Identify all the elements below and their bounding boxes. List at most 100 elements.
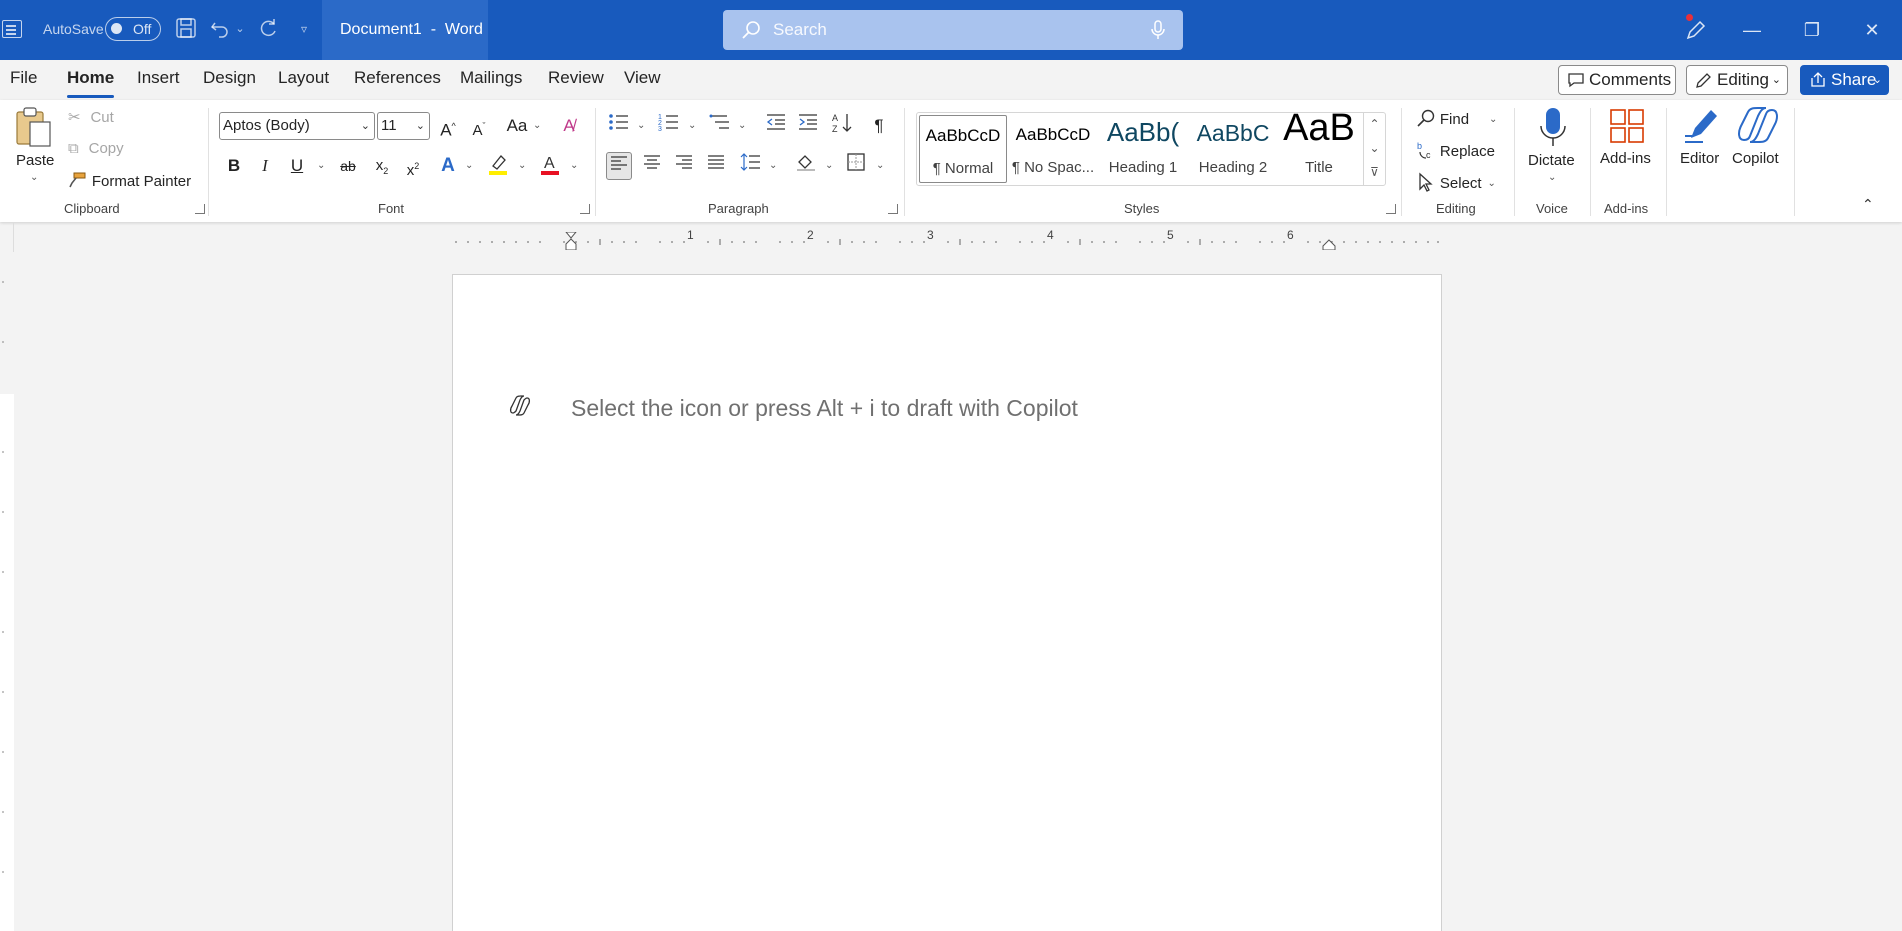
style-heading-2[interactable]: AaBbC Heading 2 (1189, 115, 1277, 183)
subscript-icon[interactable]: x2 (369, 152, 395, 180)
select-label: Select (1439, 175, 1482, 192)
replace-button[interactable]: bc Replace (1416, 140, 1495, 164)
editing-mode-label: Editing (1717, 70, 1769, 89)
bold-icon[interactable]: B (221, 152, 247, 180)
svg-text:A: A (544, 155, 555, 172)
tab-layout[interactable]: Layout (278, 68, 329, 88)
tab-references[interactable]: References (354, 68, 441, 88)
search-box[interactable] (723, 10, 1183, 50)
clear-formatting-icon[interactable]: A̸ (556, 112, 582, 140)
style-title[interactable]: AaB Title (1279, 107, 1359, 183)
bullets-icon[interactable] (606, 112, 632, 140)
styles-gallery: AaBbCcD ¶ Normal AaBbCcD ¶ No Spac... Aa… (916, 107, 1386, 186)
font-color-icon[interactable]: A (537, 152, 563, 180)
grow-font-icon[interactable]: A^ (435, 112, 461, 140)
tab-view[interactable]: View (624, 68, 661, 88)
tab-home[interactable]: Home (67, 68, 115, 98)
restore-icon[interactable]: ❐ (1782, 0, 1842, 60)
find-button[interactable]: Find ⌄ (1416, 108, 1497, 132)
group-separator (1514, 108, 1515, 216)
chevron-down-icon: ⌄ (1488, 114, 1498, 125)
font-size-combo[interactable]: 11 ⌄ (377, 112, 430, 140)
chevron-down-icon[interactable]: ⌄ (1363, 137, 1385, 161)
ruler-number: 3 (927, 228, 934, 242)
more-styles-icon[interactable]: ⊽ (1363, 161, 1385, 185)
editor-button[interactable]: Editor (1676, 106, 1726, 186)
tab-review[interactable]: Review (548, 68, 604, 88)
justify-icon[interactable] (703, 152, 729, 180)
format-painter-button[interactable]: Format Painter (68, 172, 191, 194)
document-title-area[interactable]: Document1 - Word (322, 0, 488, 60)
tab-mailings[interactable]: Mailings (460, 68, 522, 88)
group-label-font: Font (378, 201, 405, 216)
highlight-icon[interactable] (485, 152, 511, 180)
font-name-combo[interactable]: Aptos (Body) ⌄ (219, 112, 375, 140)
share-button[interactable]: Share ⌄ (1800, 65, 1889, 95)
style-sample: AaBbCcD (1015, 125, 1091, 144)
line-spacing-icon[interactable] (738, 152, 764, 180)
collapse-ribbon-icon[interactable]: ⌃ (1862, 196, 1874, 213)
redo-icon[interactable] (256, 17, 280, 41)
copilot-icon[interactable] (509, 395, 531, 417)
style-heading-1[interactable]: AaBb( Heading 1 (1099, 115, 1187, 183)
minimize-icon[interactable]: — (1722, 0, 1782, 60)
copilot-button[interactable]: Copilot (1730, 106, 1786, 186)
cursor-arrow-icon (1419, 172, 1433, 192)
microphone-icon[interactable] (1149, 20, 1167, 40)
search-input[interactable] (773, 18, 1103, 42)
select-button[interactable]: Select ⌄ (1416, 172, 1496, 196)
borders-icon[interactable] (843, 152, 869, 180)
increase-indent-icon[interactable] (795, 112, 821, 140)
copy-label: Copy (88, 140, 124, 157)
shading-icon[interactable] (793, 152, 819, 180)
numbering-icon[interactable]: 123 (656, 112, 682, 140)
cut-button[interactable]: ✂ Cut (68, 108, 114, 130)
multilevel-list-icon[interactable] (707, 112, 733, 140)
copy-button[interactable]: ⧉ Copy (68, 140, 124, 162)
paste-button[interactable]: Paste ⌄ (12, 106, 56, 186)
font-launcher-icon[interactable] (580, 204, 590, 214)
vertical-ruler[interactable] (0, 252, 14, 931)
dictate-button[interactable]: Dictate ⌄ (1524, 106, 1582, 196)
document-page[interactable]: Select the icon or press Alt + i to draf… (452, 274, 1442, 931)
pen-icon[interactable] (1666, 0, 1726, 60)
align-left-icon[interactable] (606, 152, 632, 180)
sort-icon[interactable]: AZ (830, 112, 856, 140)
ruler-number: 2 (807, 228, 814, 242)
style-no-spacing[interactable]: AaBbCcD ¶ No Spac... (1009, 115, 1097, 183)
change-case-button[interactable]: Aa (502, 112, 532, 140)
customize-qat-icon[interactable]: ▿ (292, 17, 316, 41)
paragraph-launcher-icon[interactable] (888, 204, 898, 214)
clipboard-launcher-icon[interactable] (195, 204, 205, 214)
editing-mode-button[interactable]: Editing ⌄ (1686, 65, 1788, 95)
undo-dropdown-icon[interactable]: ⌄ (233, 17, 247, 41)
align-center-icon[interactable] (639, 152, 665, 180)
style-normal[interactable]: AaBbCcD ¶ Normal (919, 115, 1007, 183)
undo-icon[interactable] (208, 17, 232, 41)
editor-label: Editor (1680, 150, 1720, 167)
paste-label: Paste (16, 152, 55, 169)
tab-insert[interactable]: Insert (137, 68, 180, 88)
ribbon-home: Paste ⌄ ✂ Cut ⧉ Copy Format Painter Clip… (0, 100, 1902, 222)
strikethrough-icon[interactable]: ab (335, 152, 361, 180)
tab-design[interactable]: Design (203, 68, 256, 88)
align-right-icon[interactable] (671, 152, 697, 180)
chevron-down-icon: ⌄ (570, 160, 579, 171)
style-sample: AaBbCcD (925, 126, 1001, 145)
text-effects-icon[interactable]: A (435, 152, 461, 180)
styles-launcher-icon[interactable] (1386, 204, 1396, 214)
underline-icon[interactable]: U (284, 152, 310, 180)
autosave-toggle[interactable]: Off (105, 17, 161, 41)
show-formatting-icon[interactable]: ¶ (866, 112, 892, 140)
shrink-font-icon[interactable]: Aˇ (466, 112, 492, 140)
chevron-up-icon[interactable]: ⌃ (1363, 113, 1385, 137)
tab-file[interactable]: File (10, 68, 37, 88)
save-icon[interactable] (174, 17, 198, 41)
chevron-down-icon: ⌄ (876, 160, 885, 171)
italic-icon[interactable]: I (252, 152, 278, 180)
decrease-indent-icon[interactable] (763, 112, 789, 140)
close-icon[interactable]: ✕ (1842, 0, 1902, 60)
comments-button[interactable]: Comments (1558, 65, 1676, 95)
add-ins-button[interactable]: Add-ins (1598, 106, 1656, 186)
superscript-icon[interactable]: x2 (400, 152, 426, 180)
